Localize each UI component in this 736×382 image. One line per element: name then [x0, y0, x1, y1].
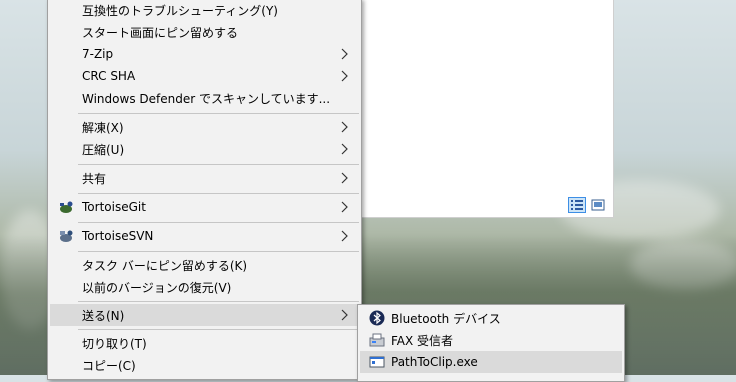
menu-item-label: 以前のバージョンの復元(V) — [82, 280, 232, 295]
submenu-item-pathtoclip[interactable]: PathToClip.exe — [360, 351, 622, 373]
menu-separator — [78, 222, 359, 223]
menu-item-compress[interactable]: 圧縮(U) — [50, 138, 359, 160]
app-icon — [369, 356, 385, 368]
submenu-item-label: FAX 受信者 — [391, 333, 454, 348]
menu-item-label: 送る(N) — [82, 308, 125, 323]
menu-item-label: スタート画面にピン留めする — [82, 25, 239, 40]
chevron-right-icon — [341, 172, 348, 184]
menu-item-label: 解凍(X) — [82, 120, 124, 135]
menu-item-share[interactable]: 共有 — [50, 167, 359, 189]
menu-item-label: 7-Zip — [82, 47, 114, 61]
menu-separator — [78, 301, 359, 302]
tortoisesvn-icon — [60, 230, 73, 242]
menu-item-restore-previous[interactable]: 以前のバージョンの復元(V) — [50, 276, 359, 298]
submenu-item-fax[interactable]: FAX 受信者 — [360, 329, 622, 351]
chevron-right-icon — [341, 230, 348, 242]
menu-item-label: TortoiseSVN — [82, 229, 154, 243]
submenu-item-label: PathToClip.exe — [391, 355, 478, 369]
details-view-icon[interactable] — [568, 197, 586, 213]
chevron-right-icon — [341, 309, 348, 321]
menu-separator — [78, 329, 359, 330]
menu-separator — [78, 251, 359, 252]
large-icons-view-icon[interactable] — [589, 197, 607, 213]
submenu-item-bluetooth[interactable]: Bluetooth デバイス — [360, 307, 622, 329]
menu-item-label: Windows Defender でスキャンしています... — [82, 91, 331, 106]
menu-item-cut[interactable]: 切り取り(T) — [50, 332, 359, 354]
tortoisegit-icon — [60, 201, 73, 213]
send-to-submenu: Bluetooth デバイス FAX 受信者 PathToClip.exe — [357, 304, 625, 382]
menu-item-defender-scan[interactable]: Windows Defender でスキャンしています... — [50, 87, 359, 109]
menu-separator — [78, 164, 359, 165]
chevron-right-icon — [341, 48, 348, 60]
menu-separator — [78, 113, 359, 114]
menu-item-extract[interactable]: 解凍(X) — [50, 116, 359, 138]
menu-item-label: タスク バーにピン留めする(K) — [82, 258, 248, 273]
menu-item-pin-start[interactable]: スタート画面にピン留めする — [50, 21, 359, 43]
submenu-item-label: Bluetooth デバイス — [391, 311, 501, 326]
menu-item-label: コピー(C) — [82, 358, 136, 373]
chevron-right-icon — [341, 70, 348, 82]
menu-item-7zip[interactable]: 7-Zip — [50, 43, 359, 65]
chevron-right-icon — [341, 143, 348, 155]
menu-item-label: 互換性のトラブルシューティング(Y) — [82, 3, 278, 18]
bluetooth-icon — [369, 310, 385, 326]
menu-item-compat-troubleshoot[interactable]: 互換性のトラブルシューティング(Y) — [50, 0, 359, 21]
menu-item-label: 切り取り(T) — [82, 336, 147, 351]
menu-item-send-to[interactable]: 送る(N) — [50, 304, 359, 326]
menu-item-tortoisegit[interactable]: TortoiseGit — [50, 196, 359, 218]
view-mode-buttons — [568, 197, 607, 213]
menu-item-label: 圧縮(U) — [82, 142, 125, 157]
menu-item-label: TortoiseGit — [82, 200, 146, 214]
menu-separator — [78, 193, 359, 194]
chevron-right-icon — [341, 201, 348, 213]
menu-item-crc-sha[interactable]: CRC SHA — [50, 65, 359, 87]
menu-item-pin-taskbar[interactable]: タスク バーにピン留めする(K) — [50, 254, 359, 276]
menu-item-tortoisesvn[interactable]: TortoiseSVN — [50, 225, 359, 247]
context-menu: 互換性のトラブルシューティング(Y) スタート画面にピン留めする 7-Zip C… — [47, 0, 362, 380]
menu-item-copy[interactable]: コピー(C) — [50, 354, 359, 376]
menu-item-label: CRC SHA — [82, 69, 136, 83]
chevron-right-icon — [341, 121, 348, 133]
fax-icon — [369, 333, 385, 347]
explorer-window — [330, 0, 614, 218]
menu-item-label: 共有 — [82, 171, 107, 186]
